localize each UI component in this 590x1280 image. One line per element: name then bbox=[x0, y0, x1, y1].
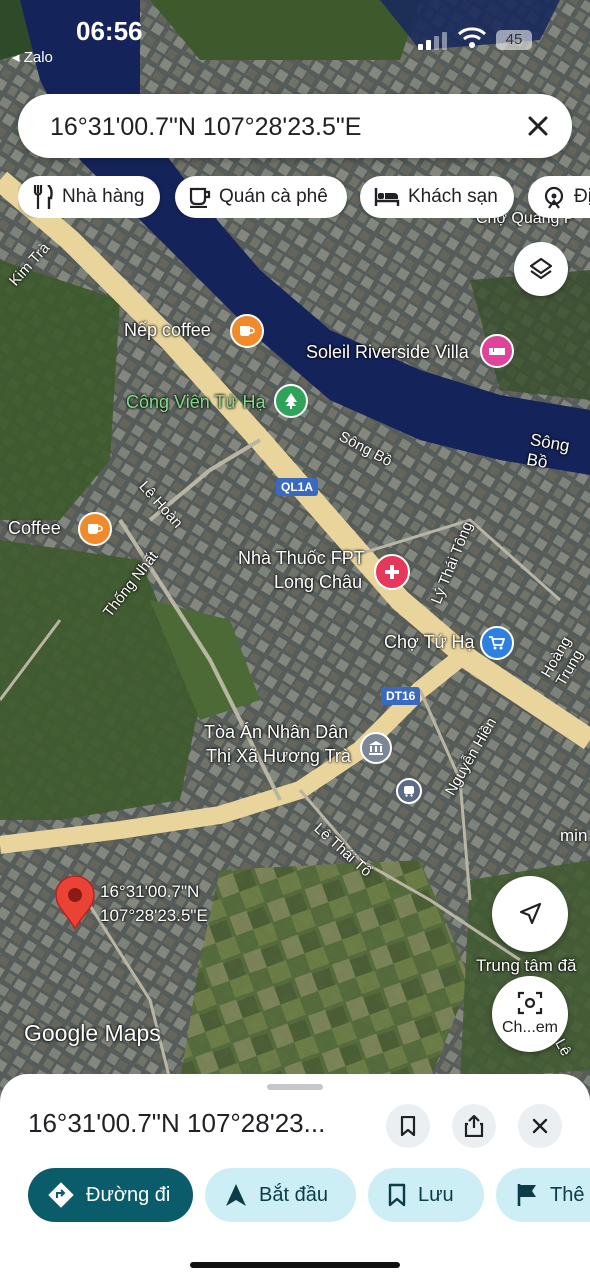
poi-label-line2: Thị Xã Hương Trà bbox=[206, 746, 351, 766]
poi-label: Chợ Tứ Hạ bbox=[384, 632, 475, 652]
close-icon bbox=[532, 1118, 548, 1134]
attraction-icon bbox=[544, 186, 564, 209]
pin-label-lng: 107°28'23.5"E bbox=[100, 906, 208, 925]
coffee-cup-icon bbox=[189, 187, 211, 208]
layers-button[interactable] bbox=[514, 242, 568, 296]
save-bookmark-button[interactable] bbox=[386, 1104, 430, 1148]
save-label: Lưu bbox=[418, 1183, 454, 1206]
government-building-icon bbox=[360, 732, 392, 764]
navigation-arrow-icon bbox=[226, 1184, 246, 1206]
start-label: Bắt đầu bbox=[259, 1183, 328, 1206]
flag-icon bbox=[517, 1184, 536, 1206]
save-button[interactable]: Lưu bbox=[368, 1168, 484, 1222]
wifi-icon bbox=[458, 27, 486, 48]
pharmacy-icon bbox=[374, 554, 410, 590]
google-maps-logo: Google Maps bbox=[24, 1020, 161, 1046]
search-query-text[interactable]: 16°31'00.7"N 107°28'23.5"E bbox=[50, 113, 361, 142]
camera-scan-icon bbox=[517, 991, 543, 1015]
search-bar[interactable]: 16°31'00.7"N 107°28'23.5"E bbox=[18, 94, 572, 158]
poi-label: Tòa Án Nhân Dân bbox=[204, 722, 349, 742]
coffee-cup-icon bbox=[78, 512, 112, 546]
chip-label: Nhà hàng bbox=[62, 186, 145, 207]
back-to-app-link[interactable]: ◂ Zalo bbox=[12, 48, 53, 66]
bus-stop-icon[interactable] bbox=[396, 778, 422, 804]
action-buttons-row: Đường đi Bắt đầu Lưu Thê bbox=[28, 1168, 590, 1222]
chip-cafes[interactable]: Quán cà phê bbox=[175, 176, 347, 218]
hotel-bed-icon bbox=[480, 334, 514, 368]
chip-label: Khách sạn bbox=[408, 186, 498, 207]
place-bottom-sheet[interactable]: 16°31'00.7"N 107°28'23... Đường đi Bắt đ… bbox=[0, 1074, 590, 1280]
fork-knife-icon bbox=[33, 185, 53, 209]
status-bar: 06:56 ◂ Zalo 45 bbox=[0, 0, 590, 80]
category-chips: Nhà hàng Quán cà phê Khách sạn Địa bbox=[18, 176, 590, 218]
clear-search-icon[interactable] bbox=[522, 110, 554, 142]
chip-label: Quán cà phê bbox=[219, 186, 328, 207]
bed-icon bbox=[374, 188, 400, 206]
bookmark-icon bbox=[400, 1116, 416, 1136]
share-button[interactable] bbox=[452, 1104, 496, 1148]
poi-label: Nhà Thuốc FPT bbox=[238, 548, 365, 568]
route-shield-ql1a: QL1A bbox=[276, 478, 319, 496]
battery-indicator: 45 bbox=[496, 30, 532, 50]
chip-label: Địa bbox=[574, 186, 590, 207]
chip-hotels[interactable]: Khách sạn bbox=[360, 176, 514, 218]
start-button[interactable]: Bắt đầu bbox=[205, 1168, 356, 1222]
poi-label: Công Viên Tứ Hạ bbox=[126, 392, 266, 412]
place-title: 16°31'00.7"N 107°28'23... bbox=[28, 1108, 326, 1138]
share-icon bbox=[464, 1115, 484, 1137]
street-view-label: Ch...em bbox=[501, 1019, 558, 1036]
location-arrow-icon bbox=[519, 902, 542, 925]
partial-label-min: min bbox=[560, 826, 588, 845]
drag-handle[interactable] bbox=[267, 1084, 323, 1090]
directions-button[interactable]: Đường đi bbox=[28, 1168, 193, 1222]
layers-icon bbox=[529, 257, 553, 280]
shopping-cart-icon bbox=[480, 626, 514, 660]
chip-restaurants[interactable]: Nhà hàng bbox=[18, 176, 160, 218]
coffee-cup-icon bbox=[230, 314, 264, 348]
poi-label: Coffee bbox=[8, 518, 61, 538]
poi-label: Nếp coffee bbox=[124, 320, 211, 340]
poi-label-line2: Long Châu bbox=[274, 572, 363, 592]
route-shield-dt16: DT16 bbox=[381, 687, 421, 705]
directions-icon bbox=[48, 1182, 74, 1208]
status-time: 06:56 bbox=[76, 16, 143, 46]
cellular-signal-icon bbox=[418, 32, 447, 50]
poi-label: Soleil Riverside Villa bbox=[306, 342, 469, 362]
more-label: Thê bbox=[550, 1183, 585, 1206]
red-pin-icon bbox=[55, 876, 95, 930]
chip-attractions[interactable]: Địa bbox=[528, 176, 590, 218]
street-view-button[interactable]: Ch...em bbox=[492, 976, 568, 1052]
more-button[interactable]: Thê bbox=[496, 1168, 590, 1222]
bookmark-icon bbox=[388, 1183, 406, 1207]
close-sheet-button[interactable] bbox=[518, 1104, 562, 1148]
home-indicator[interactable] bbox=[190, 1262, 400, 1268]
park-tree-icon bbox=[274, 384, 308, 418]
my-location-button[interactable] bbox=[492, 876, 568, 952]
partial-label-trung-tam: Trung tâm đă bbox=[476, 956, 577, 975]
pin-label-lat: 16°31'00.7"N bbox=[100, 882, 200, 901]
directions-label: Đường đi bbox=[86, 1183, 171, 1206]
